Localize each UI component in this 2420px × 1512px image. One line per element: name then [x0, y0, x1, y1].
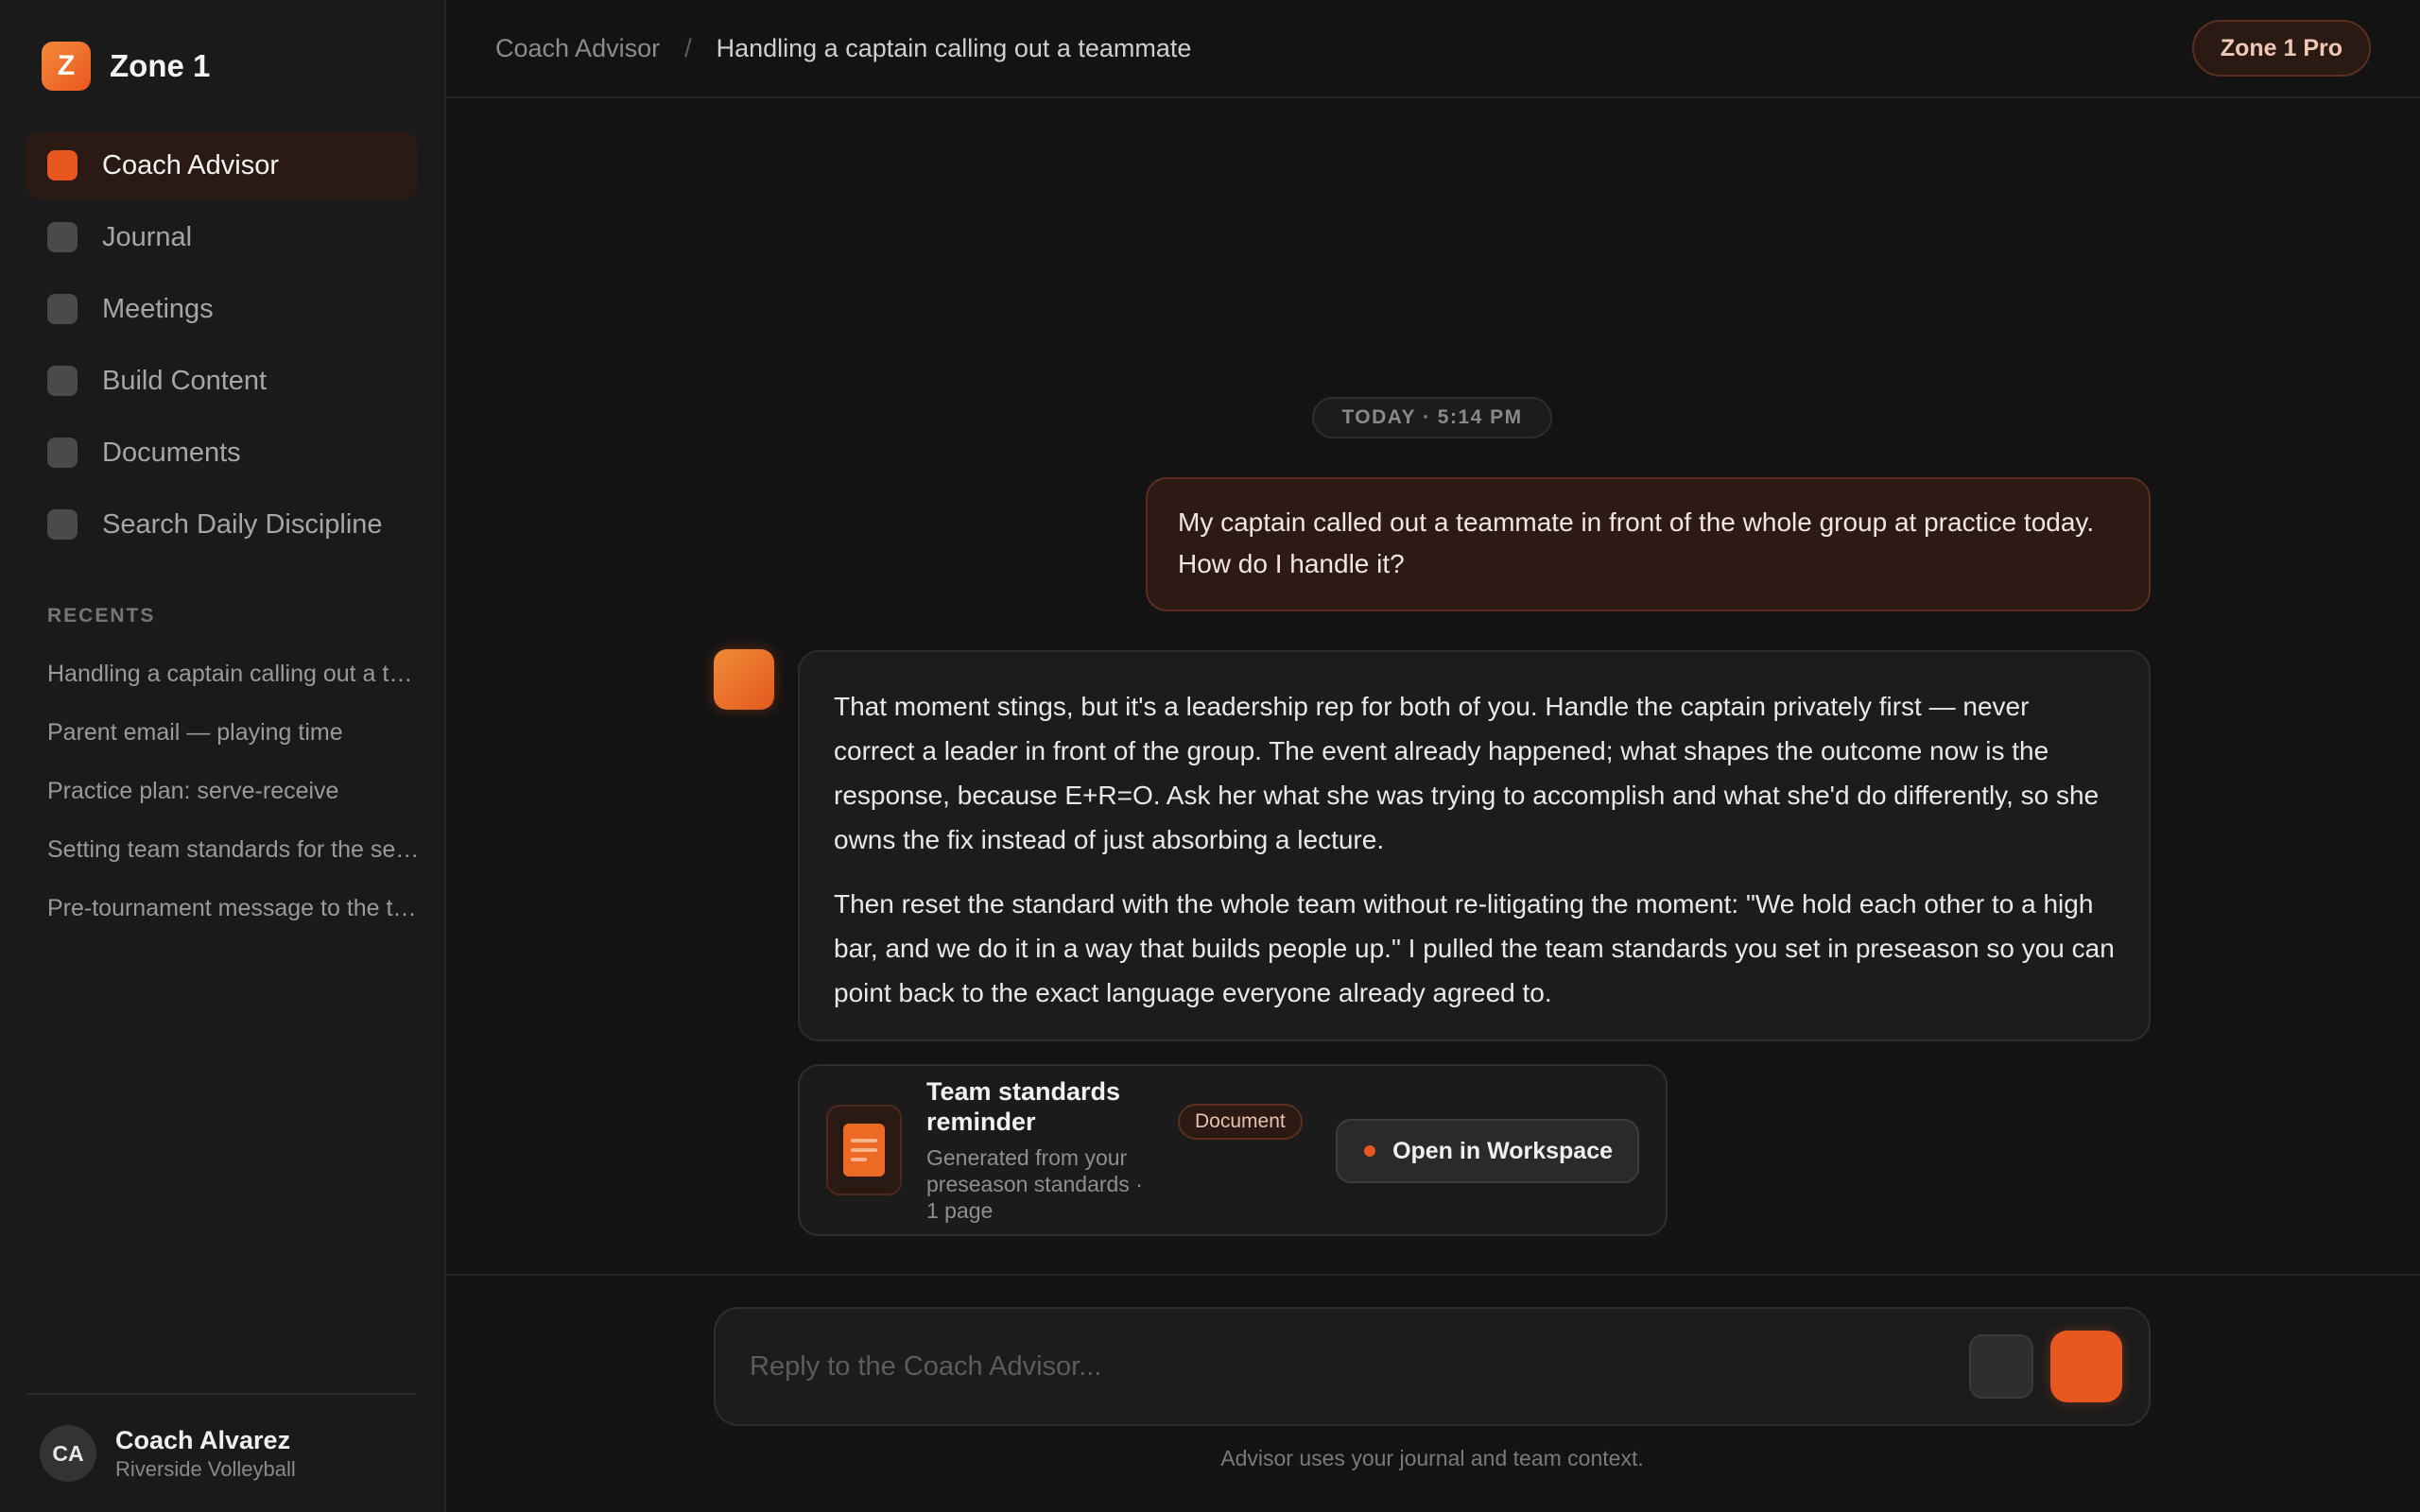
- send-button[interactable]: [2050, 1331, 2122, 1402]
- assistant-message: That moment stings, but it's a leadershi…: [798, 650, 2151, 1041]
- assistant-paragraph: Then reset the standard with the whole t…: [834, 889, 2115, 1007]
- status-dot-icon: [1364, 1145, 1376, 1157]
- recents-list: Handling a captain calling out a teammat…: [0, 644, 446, 937]
- document-title: Team standards reminder: [926, 1077, 1121, 1136]
- sidebar-item-label: Search Daily Discipline: [102, 508, 383, 540]
- sidebar-item-meetings[interactable]: Meetings: [26, 276, 418, 342]
- build-content-icon: [47, 366, 78, 396]
- document-icon-line: [851, 1139, 877, 1143]
- recent-item[interactable]: Pre-tournament message to the team: [0, 879, 446, 937]
- app-window: Z Zone 1 Coach Advisor Journal Meetings …: [0, 0, 2420, 1512]
- recent-item[interactable]: Parent email — playing time: [0, 703, 446, 762]
- composer: [714, 1307, 2151, 1426]
- user-info: Coach Alvarez Riverside Volleyball: [115, 1426, 296, 1482]
- chat-timestamp: TODAY · 5:14 PM: [1312, 397, 1552, 438]
- document-icon-page: [843, 1124, 885, 1177]
- document-icon: [826, 1105, 902, 1195]
- document-icon-line: [851, 1158, 867, 1161]
- composer-divider: [446, 1274, 2420, 1276]
- documents-icon: [47, 438, 78, 468]
- breadcrumb-root[interactable]: Coach Advisor: [495, 34, 660, 63]
- search-icon: [47, 509, 78, 540]
- brand: Z Zone 1: [0, 0, 444, 132]
- recent-item[interactable]: Setting team standards for the season: [0, 820, 446, 879]
- sidebar-item-label: Build Content: [102, 365, 268, 396]
- avatar: CA: [40, 1425, 96, 1482]
- composer-footer-note: Advisor uses your journal and team conte…: [1220, 1446, 1644, 1470]
- sidebar-item-label: Journal: [102, 221, 193, 252]
- recents-heading: RECENTS: [47, 605, 156, 627]
- header: Coach Advisor / Handling a captain calli…: [446, 0, 2420, 98]
- recent-item[interactable]: Handling a captain calling out a teammat…: [0, 644, 446, 703]
- breadcrumb-separator: /: [684, 33, 692, 62]
- sidebar-item-label: Documents: [102, 437, 241, 468]
- document-type-badge: Document: [1178, 1104, 1303, 1140]
- reply-input[interactable]: [750, 1350, 1969, 1383]
- open-in-workspace-button[interactable]: Open in Workspace: [1336, 1119, 1639, 1183]
- user-profile[interactable]: CA Coach Alvarez Riverside Volleyball: [26, 1393, 416, 1512]
- sidebar-item-journal[interactable]: Journal: [26, 204, 418, 270]
- coach-advisor-icon: [47, 150, 78, 180]
- sidebar-item-label: Coach Advisor: [102, 149, 279, 180]
- sidebar: Z Zone 1 Coach Advisor Journal Meetings …: [0, 0, 446, 1512]
- sidebar-nav: Coach Advisor Journal Meetings Build Con…: [0, 132, 444, 563]
- sidebar-item-label: Meetings: [102, 293, 214, 324]
- sidebar-item-build-content[interactable]: Build Content: [26, 348, 418, 414]
- recent-item[interactable]: Practice plan: serve-receive: [0, 762, 446, 820]
- user-message: My captain called out a teammate in fron…: [1146, 477, 2151, 611]
- advisor-avatar-icon: [714, 649, 774, 710]
- assistant-paragraph: That moment stings, but it's a leadershi…: [834, 692, 2100, 854]
- journal-icon: [47, 222, 78, 252]
- sidebar-item-documents[interactable]: Documents: [26, 420, 418, 486]
- sidebar-item-search-daily-discipline[interactable]: Search Daily Discipline: [26, 491, 418, 558]
- brand-name: Zone 1: [110, 48, 211, 83]
- document-text: Team standards reminder Generated from y…: [926, 1076, 1153, 1224]
- attach-button[interactable]: [1969, 1334, 2033, 1399]
- brand-logo: Z: [42, 42, 91, 91]
- plan-badge[interactable]: Zone 1 Pro: [2191, 20, 2371, 77]
- open-in-workspace-label: Open in Workspace: [1392, 1137, 1613, 1164]
- breadcrumb-current: Handling a captain calling out a teammat…: [716, 33, 1192, 62]
- meetings-icon: [47, 294, 78, 324]
- main-panel: Coach Advisor / Handling a captain calli…: [446, 0, 2420, 1512]
- user-name: Coach Alvarez: [115, 1425, 291, 1454]
- user-team: Riverside Volleyball: [115, 1456, 296, 1481]
- document-subtitle: Generated from your preseason standards …: [926, 1145, 1143, 1223]
- document-card[interactable]: Team standards reminder Generated from y…: [798, 1064, 1668, 1236]
- document-icon-line: [851, 1148, 877, 1152]
- sidebar-item-coach-advisor[interactable]: Coach Advisor: [26, 132, 418, 198]
